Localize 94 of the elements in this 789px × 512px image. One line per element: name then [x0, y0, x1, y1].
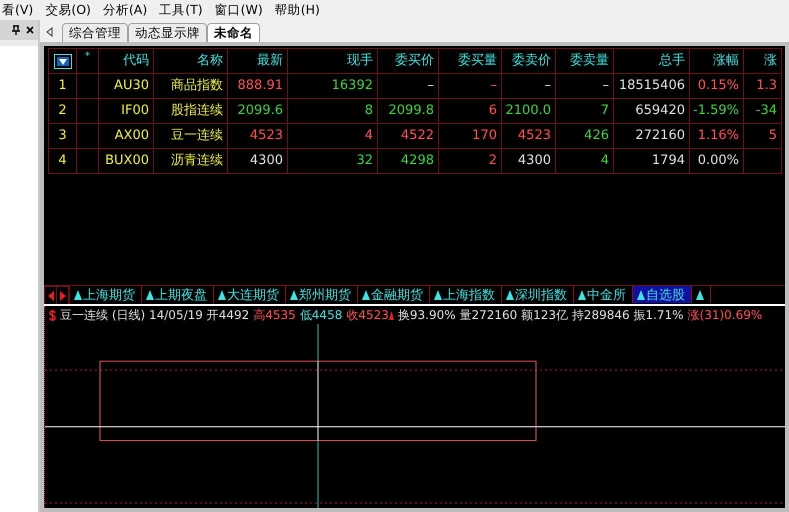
table-cell: 4300 — [250, 153, 283, 168]
table-cell: – — [544, 78, 551, 93]
right-arrow-icon — [60, 290, 66, 300]
row-number: 1 — [49, 74, 77, 99]
table-cell: 2099.6 — [238, 103, 283, 118]
table-cell: -1.59% — [693, 103, 739, 118]
table-cell: 272160 — [635, 128, 685, 143]
chart-info-text: 涨(31)0.69% — [688, 306, 762, 324]
column-header: 名称 — [154, 49, 228, 74]
table-cell: 0.00% — [698, 153, 739, 168]
table-cell: 4300 — [518, 153, 551, 168]
table-cell: 1794 — [652, 153, 685, 168]
column-header: 现手 — [288, 49, 378, 74]
table-cell: 659420 — [635, 103, 685, 118]
table-cell: 4298 — [400, 153, 434, 168]
table-cell: 4523 — [250, 128, 283, 143]
tab[interactable]: 综合管理 — [62, 23, 128, 42]
table-cell: 170 — [472, 128, 497, 143]
table-cell: 888.91 — [238, 78, 283, 93]
triangle-icon — [290, 289, 298, 300]
column-header: 总手 — [614, 49, 690, 74]
menu-item[interactable]: 工具(T) — [159, 2, 203, 18]
tab[interactable]: 动态显示牌 — [128, 23, 207, 42]
menu-item[interactable]: 帮助(H) — [274, 2, 320, 18]
table-cell: IF00 — [121, 103, 149, 118]
dollar-icon — [49, 310, 56, 320]
menu-item[interactable]: 窗口(W) — [214, 2, 263, 18]
scroll-left-button[interactable] — [45, 287, 57, 304]
table-cell: 16392 — [332, 78, 373, 93]
triangle-icon — [218, 289, 226, 300]
table-cell: 6 — [488, 103, 497, 118]
column-header: * — [77, 49, 99, 74]
tab[interactable]: 未命名 — [207, 23, 260, 42]
table-cell: 4523 — [518, 128, 551, 143]
sector-tab[interactable]: 自选股 — [633, 286, 692, 303]
table-cell: 2099.8 — [388, 103, 434, 118]
table-cell: – — [428, 78, 434, 93]
triangle-icon — [637, 289, 645, 300]
row-number: 2 — [49, 99, 77, 124]
table-cell: 豆一连续 — [171, 128, 223, 143]
table-cell: – — [602, 78, 609, 93]
column-header: 委买量 — [439, 49, 502, 74]
table-cell: 7 — [600, 103, 609, 118]
triangle-icon — [434, 289, 442, 300]
table-cell: 商品指数 — [171, 78, 223, 93]
triangle-icon — [362, 289, 370, 300]
triangle-icon — [696, 289, 704, 300]
table-cell: 0.15% — [698, 78, 739, 93]
triangle-icon — [74, 289, 82, 300]
table-cell: 4 — [600, 153, 609, 168]
column-header: 涨幅 — [690, 49, 744, 74]
chart-info-text: 换93.90% 量272160 额123亿 持289846 振1.71% — [398, 306, 684, 324]
table-cell: 2100.0 — [506, 103, 551, 118]
table-cell: 18515406 — [618, 78, 685, 93]
column-header: 委买价 — [378, 49, 439, 74]
table-cell: AU30 — [114, 78, 149, 93]
triangle-icon — [146, 289, 154, 300]
table-cell: AX00 — [114, 128, 149, 143]
menu-item[interactable]: 分析(A) — [102, 2, 148, 18]
column-header: 委卖价 — [502, 49, 556, 74]
left-arrow-icon — [48, 290, 54, 300]
triangle-icon — [578, 289, 586, 300]
table-cell: BUX00 — [105, 153, 149, 168]
column-header: 代码 — [99, 49, 154, 74]
row-number: 4 — [49, 149, 77, 174]
chart-info-text: 高4535 — [253, 306, 296, 324]
chart-info-text: 豆一连续 (日线) 14/05/19 开4492 — [60, 306, 250, 324]
column-header: 委卖量 — [556, 49, 614, 74]
pin-icon[interactable] — [12, 25, 20, 35]
table-cell: 4522 — [400, 128, 434, 143]
table-cell: 2 — [488, 153, 497, 168]
table-cell: 沥青连续 — [171, 153, 223, 168]
menu-item[interactable]: 交易(O) — [45, 2, 91, 18]
table-cell: 1.16% — [698, 128, 739, 143]
table-cell: – — [490, 78, 497, 93]
table-cell: 8 — [364, 103, 373, 118]
dropdown-icon — [56, 56, 68, 66]
table-cell: 32 — [356, 153, 373, 168]
column-header: 最新 — [228, 49, 288, 74]
column-menu-button[interactable] — [54, 54, 72, 68]
chart-info-text: 低4458 — [300, 306, 342, 324]
table-cell: 5 — [768, 128, 777, 143]
column-header: 涨 — [744, 49, 782, 74]
scroll-right-button[interactable] — [57, 287, 69, 304]
triangle-icon — [506, 289, 514, 300]
table-cell: 股指连续 — [171, 103, 223, 118]
table-cell: 1.3 — [756, 78, 777, 93]
menu-item[interactable]: 看(V) — [2, 2, 34, 18]
close-icon[interactable] — [26, 26, 34, 34]
table-cell: 426 — [584, 128, 609, 143]
table-cell: -34 — [756, 103, 777, 118]
chart-info-text: 收4523 — [346, 306, 389, 324]
row-number: 3 — [49, 124, 77, 149]
table-cell: 4 — [364, 128, 373, 143]
